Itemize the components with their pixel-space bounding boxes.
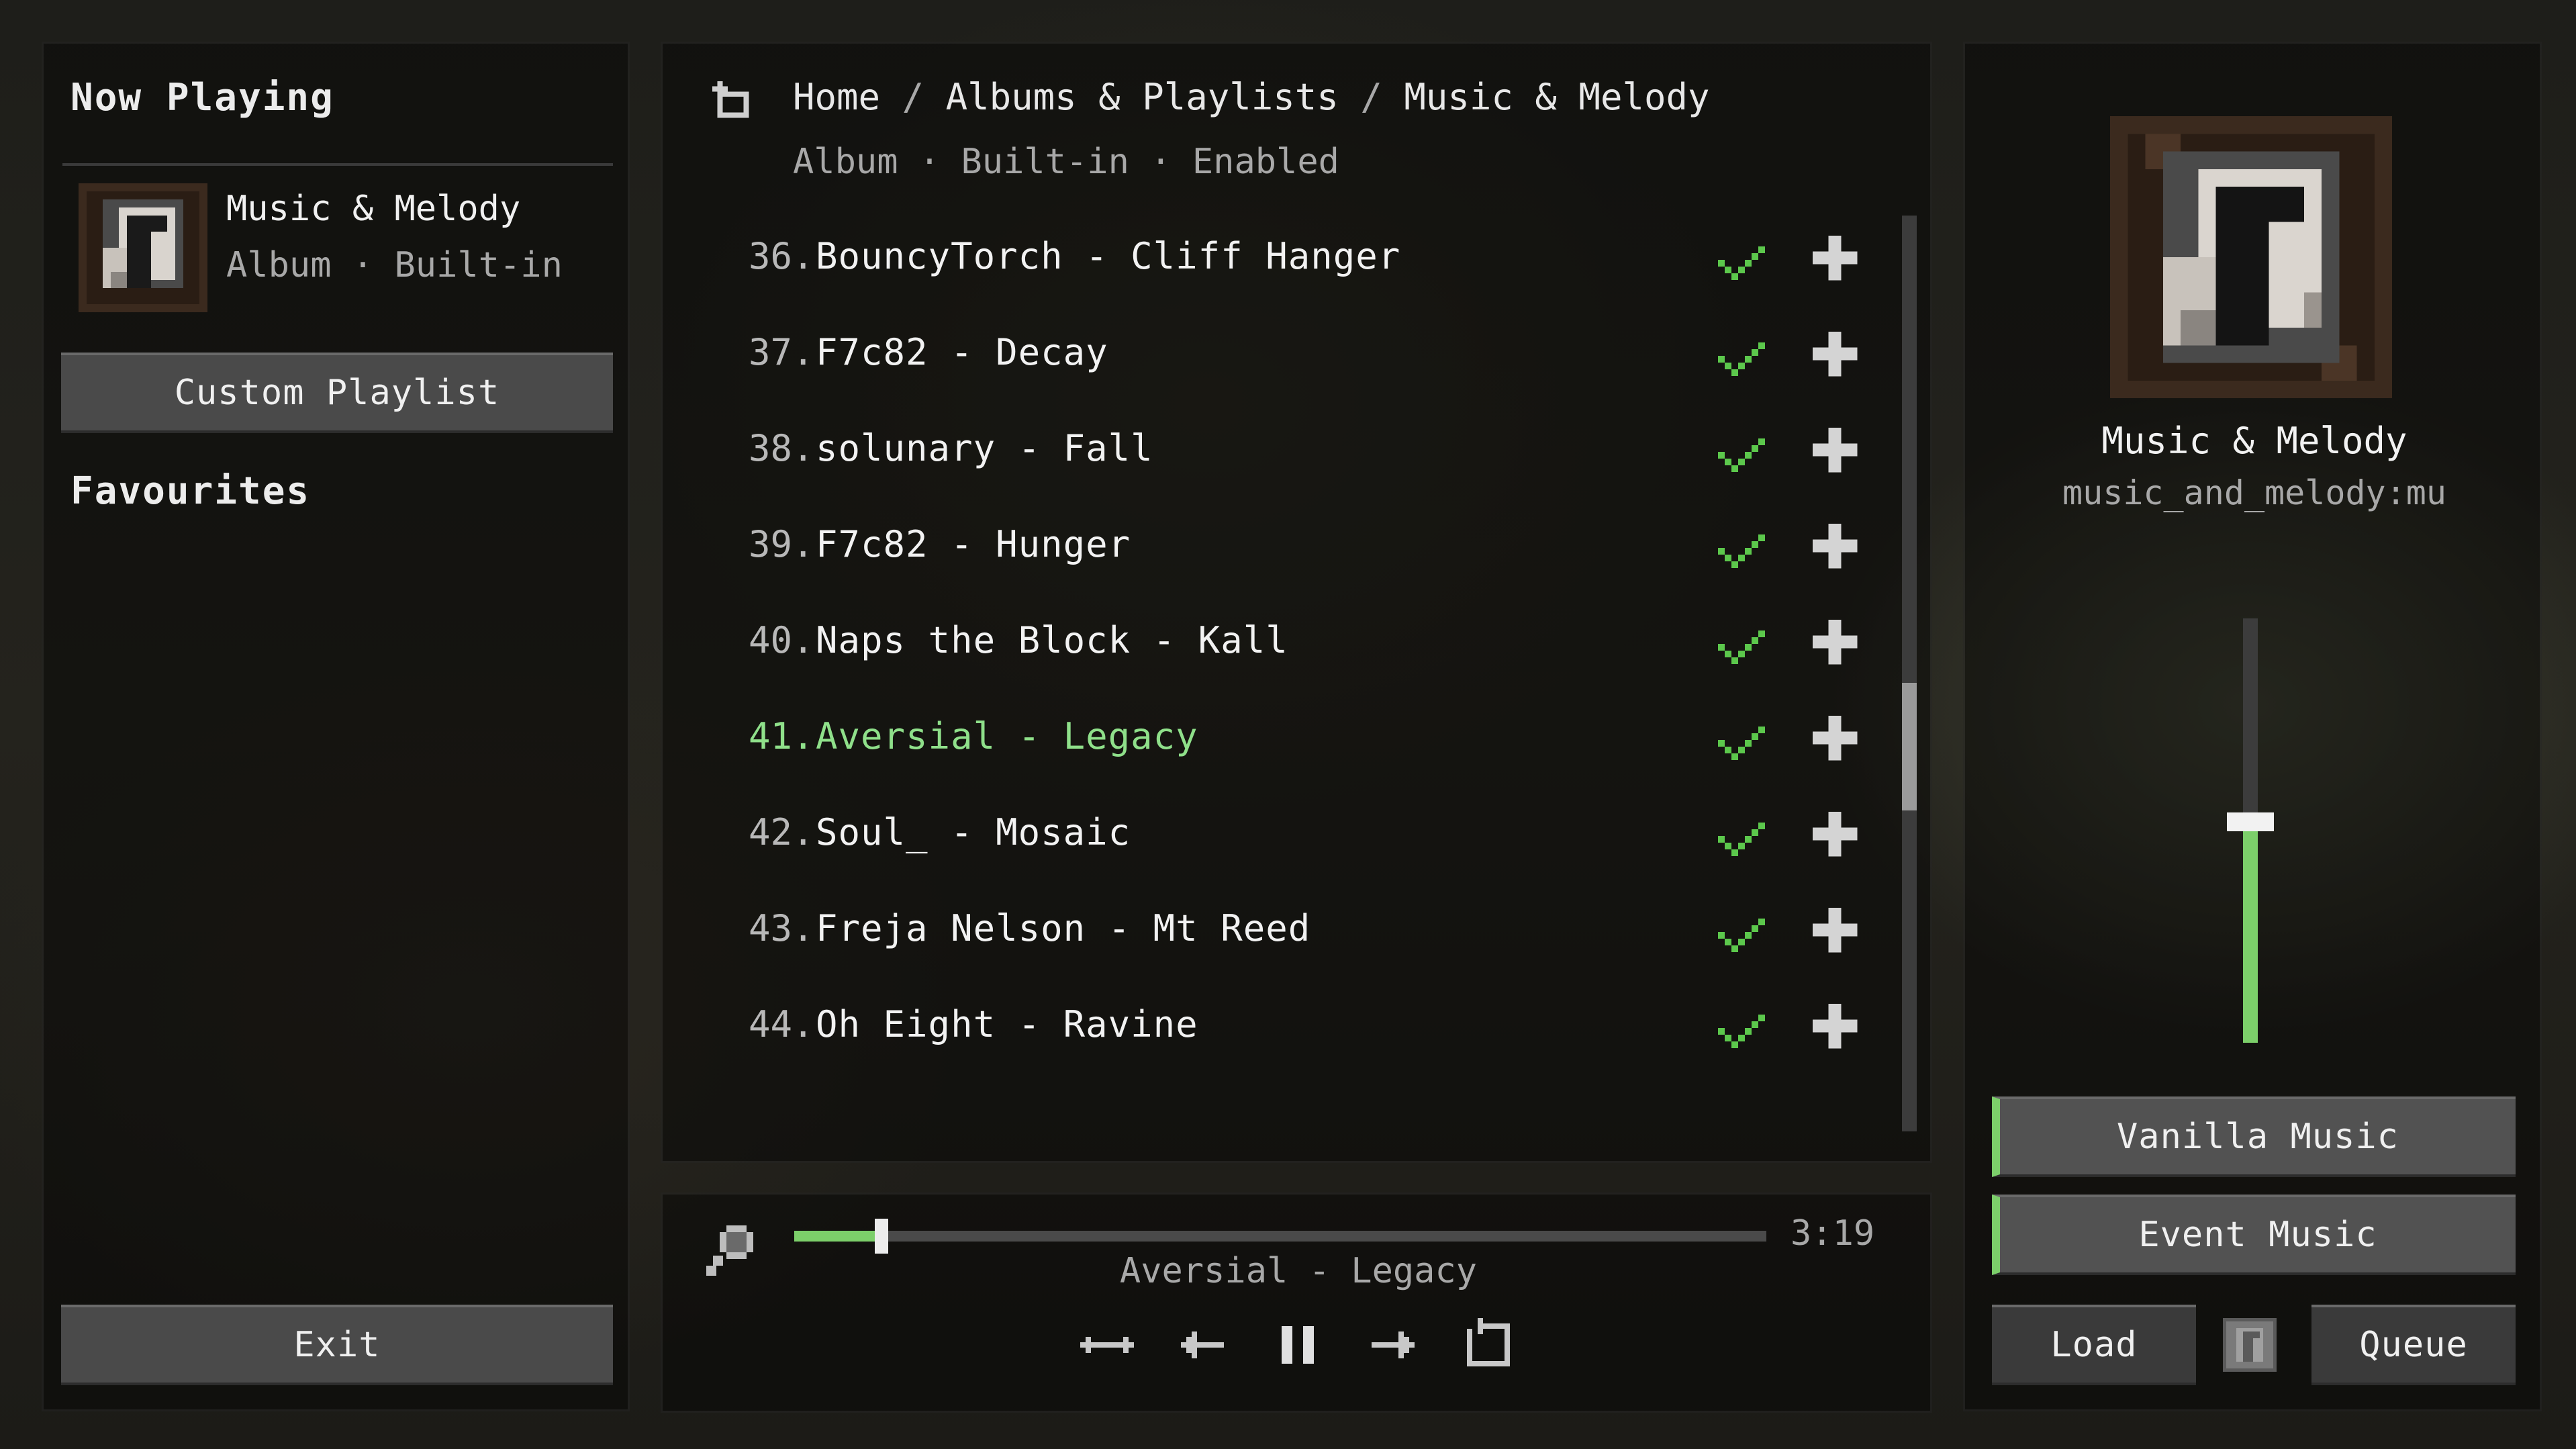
vanilla-music-button[interactable]: Vanilla Music bbox=[1992, 1096, 2516, 1177]
progress-fill bbox=[794, 1231, 881, 1242]
custom-playlist-button[interactable]: Custom Playlist bbox=[61, 353, 613, 433]
track-number: 39. bbox=[749, 523, 814, 565]
breadcrumb-current: Music & Melody bbox=[1404, 76, 1710, 118]
track-number: 41. bbox=[749, 715, 814, 757]
track-row[interactable]: 42. Soul_ - Mosaic bbox=[663, 803, 1858, 870]
add-to-queue-icon[interactable] bbox=[1809, 232, 1860, 283]
check-icon[interactable] bbox=[1711, 518, 1772, 578]
track-row[interactable]: 44. Oh Eight - Ravine bbox=[663, 995, 1858, 1062]
track-list[interactable]: 35.BouncyTorch - Burning Konkrete36.Boun… bbox=[663, 198, 1898, 1138]
track-row[interactable]: 38. solunary - Fall bbox=[663, 419, 1858, 486]
track-row[interactable]: 40. Naps the Block - Kall bbox=[663, 611, 1858, 678]
add-to-queue-icon[interactable] bbox=[1809, 424, 1860, 475]
next-icon[interactable] bbox=[1361, 1313, 1425, 1377]
track-name: Oh Eight - Ravine bbox=[816, 1003, 1198, 1045]
queue-button[interactable]: Queue bbox=[2311, 1305, 2516, 1385]
album-id: music_and_melody:mu bbox=[2062, 473, 2446, 512]
track-row[interactable]: 41. Aversial - Legacy bbox=[663, 707, 1858, 774]
breadcrumb: Home / Albums & Playlists / Music & Melo… bbox=[793, 76, 1710, 118]
track-number: 43. bbox=[749, 907, 814, 949]
now-playing-panel: Now Playing Music & Melody Album · Built… bbox=[42, 42, 630, 1411]
track-number: 37. bbox=[749, 331, 814, 373]
check-icon[interactable] bbox=[1711, 902, 1772, 962]
breadcrumb-separator: / bbox=[902, 76, 924, 118]
scrollbar-thumb[interactable] bbox=[1902, 683, 1917, 810]
track-row[interactable]: 39. F7c82 - Hunger bbox=[663, 515, 1858, 582]
event-music-button[interactable]: Event Music bbox=[1992, 1195, 2516, 1275]
volume-slider[interactable] bbox=[2227, 618, 2274, 1043]
track-number: 42. bbox=[749, 811, 814, 853]
track-number: 44. bbox=[749, 1003, 814, 1045]
shuffle-icon[interactable] bbox=[1075, 1313, 1139, 1377]
add-to-queue-icon[interactable] bbox=[1809, 904, 1860, 955]
album-name: Music & Melody bbox=[226, 189, 521, 229]
volume-knob[interactable] bbox=[2227, 812, 2274, 831]
favourites-title: Favourites bbox=[70, 469, 311, 513]
add-to-queue-icon[interactable] bbox=[1809, 520, 1860, 571]
add-to-queue-icon[interactable] bbox=[1809, 1000, 1860, 1051]
add-to-queue-icon[interactable] bbox=[1809, 616, 1860, 667]
track-name: Aversial - Legacy bbox=[816, 715, 1198, 757]
previous-icon[interactable] bbox=[1170, 1313, 1235, 1377]
add-to-queue-icon[interactable] bbox=[1809, 808, 1860, 859]
check-icon[interactable] bbox=[1711, 998, 1772, 1058]
scrollbar-track[interactable] bbox=[1902, 216, 1917, 1131]
track-number: 36. bbox=[749, 235, 814, 277]
progress-knob[interactable] bbox=[875, 1219, 888, 1254]
check-icon[interactable] bbox=[1711, 710, 1772, 770]
check-icon[interactable] bbox=[1711, 806, 1772, 866]
check-icon[interactable] bbox=[1711, 230, 1772, 290]
now-playing-title: Now Playing bbox=[70, 76, 334, 120]
divider bbox=[62, 163, 613, 166]
player-panel: 3:19 Aversial - Legacy bbox=[661, 1193, 1932, 1413]
repeat-icon[interactable] bbox=[1456, 1313, 1521, 1377]
track-row[interactable]: 36. BouncyTorch - Cliff Hanger bbox=[663, 227, 1858, 294]
add-to-queue-icon[interactable] bbox=[1809, 328, 1860, 379]
album-title: Music & Melody bbox=[2101, 420, 2407, 462]
track-time: 3:19 bbox=[1791, 1213, 1875, 1254]
track-name: Soul_ - Mosaic bbox=[816, 811, 1131, 853]
track-name: BouncyTorch - Cliff Hanger bbox=[816, 235, 1401, 277]
pause-icon[interactable] bbox=[1266, 1313, 1330, 1377]
check-icon[interactable] bbox=[1711, 326, 1772, 386]
track-name: F7c82 - Hunger bbox=[816, 523, 1131, 565]
check-icon[interactable] bbox=[1711, 614, 1772, 674]
album-details-panel: Music & Melody music_and_melody:mu Vanil… bbox=[1963, 42, 2542, 1411]
breadcrumb-albums[interactable]: Albums & Playlists bbox=[946, 76, 1339, 118]
check-icon[interactable] bbox=[1711, 422, 1772, 482]
track-list-panel: Home / Albums & Playlists / Music & Melo… bbox=[661, 42, 1932, 1163]
track-name: Naps the Block - Kall bbox=[816, 619, 1288, 661]
album-art-icon bbox=[2110, 116, 2392, 398]
album-subtitle: Album · Built-in · Enabled bbox=[793, 142, 1339, 182]
track-number: 40. bbox=[749, 619, 814, 661]
track-number: 38. bbox=[749, 427, 814, 469]
track-name: F7c82 - Decay bbox=[816, 331, 1108, 373]
back-icon[interactable] bbox=[707, 76, 759, 128]
album-small-icon[interactable] bbox=[2223, 1318, 2277, 1372]
load-button[interactable]: Load bbox=[1992, 1305, 2196, 1385]
album-cover-icon[interactable] bbox=[79, 183, 207, 312]
volume-fill bbox=[2243, 822, 2258, 1043]
track-row[interactable]: 43. Freja Nelson - Mt Reed bbox=[663, 899, 1858, 966]
breadcrumb-home[interactable]: Home bbox=[793, 76, 880, 118]
album-meta: Album · Built-in bbox=[226, 245, 563, 285]
progress-track[interactable] bbox=[794, 1219, 1766, 1254]
track-name: Freja Nelson - Mt Reed bbox=[816, 907, 1311, 949]
track-name: solunary - Fall bbox=[816, 427, 1153, 469]
breadcrumb-separator: / bbox=[1360, 76, 1382, 118]
exit-button[interactable]: Exit bbox=[61, 1305, 613, 1385]
add-to-queue-icon[interactable] bbox=[1809, 712, 1860, 763]
now-playing-track: Aversial - Legacy bbox=[1119, 1251, 1478, 1291]
track-row[interactable]: 37. F7c82 - Decay bbox=[663, 323, 1858, 390]
